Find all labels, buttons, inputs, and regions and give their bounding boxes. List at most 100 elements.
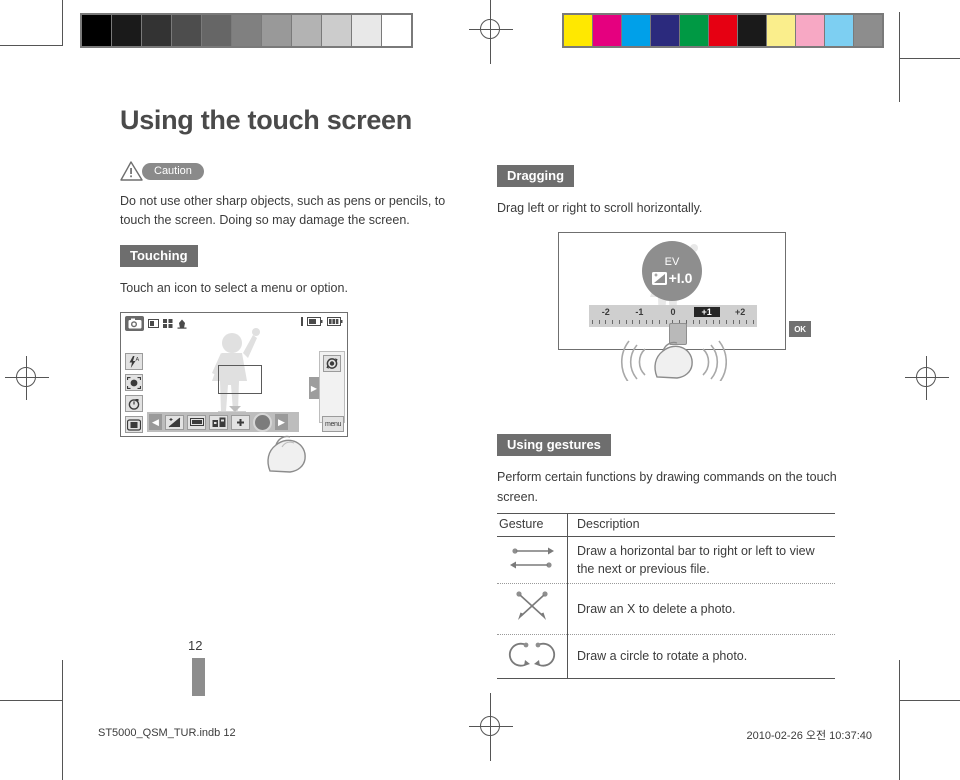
registration-vline <box>26 356 27 400</box>
crop-mark-bottom-right <box>899 660 900 780</box>
header-gesture: Gesture <box>497 513 568 538</box>
menu-button[interactable]: menu <box>322 416 344 433</box>
camera-rotate-icon[interactable] <box>323 355 341 373</box>
gray-swatch <box>262 15 291 46</box>
gray-swatch <box>172 15 201 46</box>
ev-value-bubble: EV +I.0 <box>642 241 702 302</box>
face-detection-glyph <box>127 376 141 389</box>
color-swatch <box>680 15 708 46</box>
gray-swatch <box>322 15 351 46</box>
x-gesture-icon <box>516 591 548 621</box>
crop-mark-bottom-left <box>62 660 63 780</box>
section-label-gestures: Using gestures <box>497 434 611 457</box>
focus-frame <box>218 365 262 395</box>
gestures-text: Perform certain functions by drawing com… <box>497 470 837 504</box>
image-stabilizer-glyph <box>127 419 141 431</box>
iso-glyph <box>212 417 225 427</box>
ev-bubble-label: EV <box>664 256 680 269</box>
photo-size-icon <box>148 319 159 329</box>
color-swatch <box>651 15 679 46</box>
registration-hline <box>469 726 513 727</box>
ev-icon[interactable] <box>165 414 184 430</box>
self-timer-glyph <box>128 398 139 410</box>
gray-swatch <box>202 15 231 46</box>
color-swatch <box>825 15 853 46</box>
footer-filename: ST5000_QSM_TUR.indb 12 <box>98 727 236 739</box>
gray-swatch <box>112 15 141 46</box>
plus-glyph <box>237 418 244 426</box>
crop-mark-top-left-h <box>0 45 63 46</box>
caution-text: Do not use other sharp objects, such as … <box>120 194 446 228</box>
registration-vline <box>490 0 491 64</box>
grayscale-control-strip <box>80 13 413 48</box>
flash-auto-icon[interactable]: A <box>125 353 143 371</box>
camera-top-status-bar <box>125 316 187 332</box>
plus-icon[interactable] <box>231 414 250 430</box>
registration-hline <box>5 377 49 378</box>
camera-mode-glyph <box>128 318 141 329</box>
metering-icon <box>177 319 187 329</box>
caution-label: Caution <box>142 163 204 181</box>
registration-mark-right <box>905 356 949 400</box>
circle-gesture-icon <box>508 642 556 667</box>
description-cell: Draw a horizontal bar to right or left t… <box>567 536 835 585</box>
exposure-icon <box>651 271 667 285</box>
gray-swatch <box>382 15 411 46</box>
camera-screen-illustration: A ▶ ◀ ▶ menu <box>120 312 348 438</box>
section-label-touching: Touching <box>120 244 198 267</box>
page-number-bar <box>192 658 205 696</box>
caution-badge: Caution <box>120 160 485 182</box>
registration-mark-left <box>5 356 49 400</box>
gray-swatch <box>82 15 111 46</box>
gray-swatch <box>292 15 321 46</box>
table-row: Draw a horizontal bar to right or left t… <box>497 536 835 585</box>
crop-mark-top-left <box>62 0 63 45</box>
footer-timestamp: 2010-02-26 오전 10:37:40 <box>746 730 872 742</box>
color-swatch <box>593 15 621 46</box>
color-swatch <box>854 15 882 46</box>
face-detection-icon[interactable] <box>125 374 143 392</box>
finger-tap-cursor <box>267 435 306 473</box>
registration-hline <box>469 29 513 30</box>
exclamation-indicator-icon <box>301 317 303 327</box>
ev-tick-label: -2 <box>601 307 610 318</box>
gray-swatch <box>352 15 381 46</box>
registration-vline <box>926 356 927 400</box>
ev-tick-label: 0 <box>670 307 676 318</box>
ev-tick-label-selected: +1 <box>693 307 720 318</box>
gesture-cell <box>497 634 568 679</box>
gesture-cell <box>497 536 568 585</box>
svg-text:A: A <box>135 357 139 363</box>
battery-icon <box>327 317 343 327</box>
color-swatch <box>767 15 795 46</box>
image-stabilizer-icon[interactable] <box>125 416 143 434</box>
camera-top-right-icons <box>301 317 343 327</box>
chevron-left-icon[interactable]: ◀ <box>149 414 162 431</box>
gestures-table: Gesture Description Draw a horizontal ba… <box>497 513 835 679</box>
header-description: Description <box>567 513 835 538</box>
white-balance-icon[interactable] <box>187 414 206 430</box>
color-swatch <box>622 15 650 46</box>
panel-expand-arrow-icon[interactable]: ▶ <box>309 377 319 400</box>
ev-tick-label: +2 <box>735 307 746 318</box>
gray-swatch <box>232 15 261 46</box>
registration-vline <box>490 693 491 761</box>
gesture-cell <box>497 583 568 635</box>
gray-swatch <box>142 15 171 46</box>
horizontal-bar-gesture-icon <box>510 547 554 569</box>
ev-screen-illustration: EV +I.0 -2 -1 0 +1 +2 OK <box>558 232 811 382</box>
camera-mode-icon[interactable] <box>125 316 144 332</box>
finger-drag-cursor <box>620 340 727 382</box>
dragging-text: Drag left or right to scroll horizontall… <box>497 201 703 215</box>
description-cell: Draw an X to delete a photo. <box>567 583 835 635</box>
quality-grid-icon <box>163 319 173 329</box>
ev-bubble-value: +I.0 <box>668 270 693 287</box>
white-balance-glyph <box>189 418 204 427</box>
table-row: Draw a circle to rotate a photo. <box>497 634 835 679</box>
self-timer-icon[interactable] <box>125 395 143 413</box>
right-column: Dragging Drag left or right to scroll ho… <box>497 165 847 679</box>
registration-mark-bottom <box>469 693 513 761</box>
iso-icon[interactable] <box>209 414 228 430</box>
color-swatch <box>564 15 592 46</box>
ok-button[interactable]: OK <box>789 321 811 338</box>
